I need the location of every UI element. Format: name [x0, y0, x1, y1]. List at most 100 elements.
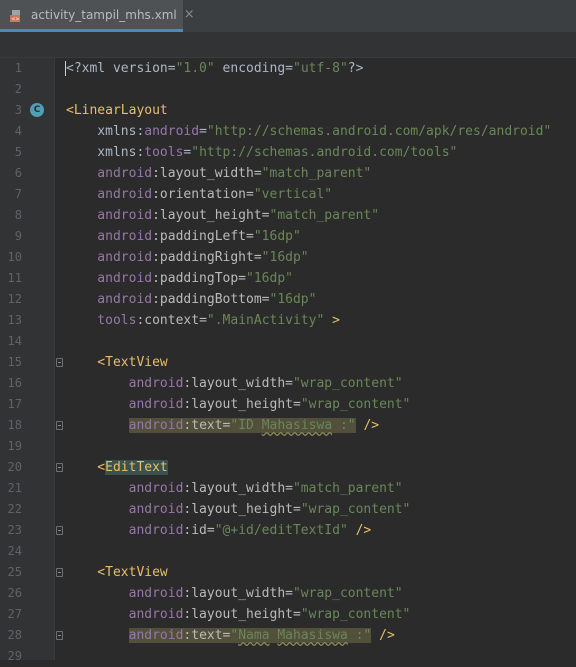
- code-token: "ID: [230, 418, 262, 433]
- code-token: :": [347, 628, 372, 643]
- code-token: android: [66, 397, 184, 412]
- svg-text:<>: <>: [11, 16, 19, 22]
- line-number: 23: [7, 523, 22, 537]
- code-token: :paddingLeft=: [152, 229, 254, 244]
- code-line[interactable]: 15 <TextView: [0, 352, 576, 373]
- code-line[interactable]: 27 android:layout_height="wrap_content": [0, 604, 576, 625]
- code-token: :text=: [183, 418, 231, 433]
- code-text: android:layout_height="wrap_content": [66, 604, 411, 625]
- code-token: Nama: [238, 628, 270, 643]
- code-token: android: [66, 607, 184, 622]
- line-number: 3: [14, 103, 22, 117]
- code-line[interactable]: 19: [0, 436, 576, 457]
- line-number: 19: [7, 439, 22, 453]
- line-number: 25: [7, 565, 22, 579]
- code-token: :layout_height=: [152, 208, 270, 223]
- code-line[interactable]: 28 android:text="Nama Mahasiswa :" />: [0, 625, 576, 646]
- line-number: 6: [14, 166, 22, 180]
- code-token: "16dp": [246, 271, 293, 286]
- line-number: 13: [7, 313, 22, 327]
- code-line[interactable]: 13 tools:context=".MainActivity" >: [0, 310, 576, 331]
- code-line[interactable]: 1 <?xml version="1.0" encoding="utf-8"?>: [0, 58, 576, 79]
- code-token: :layout_height=: [183, 397, 301, 412]
- code-line[interactable]: 7 android:orientation="vertical": [0, 184, 576, 205]
- code-text: android:layout_width="match_parent": [66, 163, 371, 184]
- code-token: :orientation=: [152, 187, 254, 202]
- code-line[interactable]: 4 xmlns:android="http://schemas.android.…: [0, 121, 576, 142]
- line-number: 5: [14, 145, 22, 159]
- tab-title: activity_tampil_mhs.xml: [31, 7, 177, 22]
- code-token: ".MainActivity": [206, 313, 325, 328]
- code-line[interactable]: 11 android:paddingTop="16dp": [0, 268, 576, 289]
- code-token: :paddingRight=: [152, 250, 262, 265]
- code-line[interactable]: 22 android:layout_height="wrap_content": [0, 499, 576, 520]
- code-line[interactable]: 8 android:layout_height="match_parent": [0, 205, 576, 226]
- code-token: =: [199, 124, 207, 139]
- fold-marker-icon[interactable]: [56, 358, 63, 367]
- code-token: Mahasiswa: [261, 418, 333, 433]
- line-number: 26: [7, 586, 22, 600]
- code-token: :id=: [183, 523, 215, 538]
- tab-activity-tampil-mhs[interactable]: <> activity_tampil_mhs.xml ×: [0, 0, 195, 32]
- class-c-icon[interactable]: C: [30, 103, 44, 117]
- code-token: <TextView: [66, 355, 168, 370]
- editor-breadcrumb-bar: [0, 33, 576, 58]
- code-text: android:orientation="vertical": [66, 184, 332, 205]
- code-line[interactable]: 6 android:layout_width="match_parent": [0, 163, 576, 184]
- code-line[interactable]: 14: [0, 331, 576, 352]
- code-text: android:layout_width="match_parent": [66, 478, 403, 499]
- code-token: />: [371, 628, 395, 643]
- code-text: android:paddingRight="16dp": [66, 247, 308, 268]
- code-token: android: [66, 292, 153, 307]
- code-token: "match_parent": [261, 166, 372, 181]
- code-line[interactable]: 5 xmlns:tools="http://schemas.android.co…: [0, 142, 576, 163]
- fold-marker-icon[interactable]: [56, 463, 63, 472]
- code-token: :layout_width=: [183, 586, 293, 601]
- code-token: <?xml version=: [66, 61, 176, 76]
- code-token: android: [66, 208, 153, 223]
- code-token: EditText: [105, 460, 168, 475]
- code-token: android: [66, 586, 184, 601]
- line-number: 18: [7, 418, 22, 432]
- code-text: android:text="ID Mahasiswa :" />: [66, 415, 379, 436]
- fold-marker-icon[interactable]: [56, 631, 63, 640]
- code-line[interactable]: 20 <EditText: [0, 457, 576, 478]
- code-text: android:layout_width="wrap_content": [66, 583, 403, 604]
- code-token: android: [66, 229, 153, 244]
- code-line[interactable]: 3 C <LinearLayout: [0, 100, 576, 121]
- code-token: android: [66, 523, 184, 538]
- code-line[interactable]: 23 android:id="@+id/editTextId" />: [0, 520, 576, 541]
- code-token: "match_parent": [292, 481, 403, 496]
- line-number: 12: [7, 292, 22, 306]
- line-number: 24: [7, 544, 22, 558]
- code-line[interactable]: 26 android:layout_width="wrap_content": [0, 583, 576, 604]
- fold-marker-icon[interactable]: [56, 421, 63, 430]
- close-icon[interactable]: ×: [184, 7, 195, 22]
- line-number: 8: [14, 208, 22, 222]
- code-line[interactable]: 10 android:paddingRight="16dp": [0, 247, 576, 268]
- line-number: 22: [7, 502, 22, 516]
- code-line[interactable]: 24: [0, 541, 576, 562]
- code-token: :layout_width=: [183, 481, 293, 496]
- code-line[interactable]: 12 android:paddingBottom="16dp": [0, 289, 576, 310]
- fold-marker-icon[interactable]: [56, 526, 63, 535]
- code-text: android:paddingBottom="16dp": [66, 289, 316, 310]
- fold-marker-icon[interactable]: [56, 568, 63, 577]
- code-line[interactable]: 9 android:paddingLeft="16dp": [0, 226, 576, 247]
- code-line[interactable]: 29: [0, 646, 576, 667]
- line-number: 15: [7, 355, 22, 369]
- code-token: "16dp": [253, 229, 301, 244]
- code-token: ?>: [347, 61, 364, 76]
- code-token: xmlns:: [66, 124, 145, 139]
- code-line[interactable]: 25 <TextView: [0, 562, 576, 583]
- code-line[interactable]: 21 android:layout_width="match_parent": [0, 478, 576, 499]
- code-line[interactable]: 18 android:text="ID Mahasiswa :" />: [0, 415, 576, 436]
- code-text: android:paddingLeft="16dp": [66, 226, 301, 247]
- code-line[interactable]: 17 android:layout_height="wrap_content": [0, 394, 576, 415]
- code-line[interactable]: 16 android:layout_width="wrap_content": [0, 373, 576, 394]
- line-number: 1: [14, 61, 22, 75]
- code-line[interactable]: 2: [0, 79, 576, 100]
- code-token: android: [66, 187, 153, 202]
- code-editor[interactable]: 1 <?xml version="1.0" encoding="utf-8"?> 2…: [0, 58, 576, 663]
